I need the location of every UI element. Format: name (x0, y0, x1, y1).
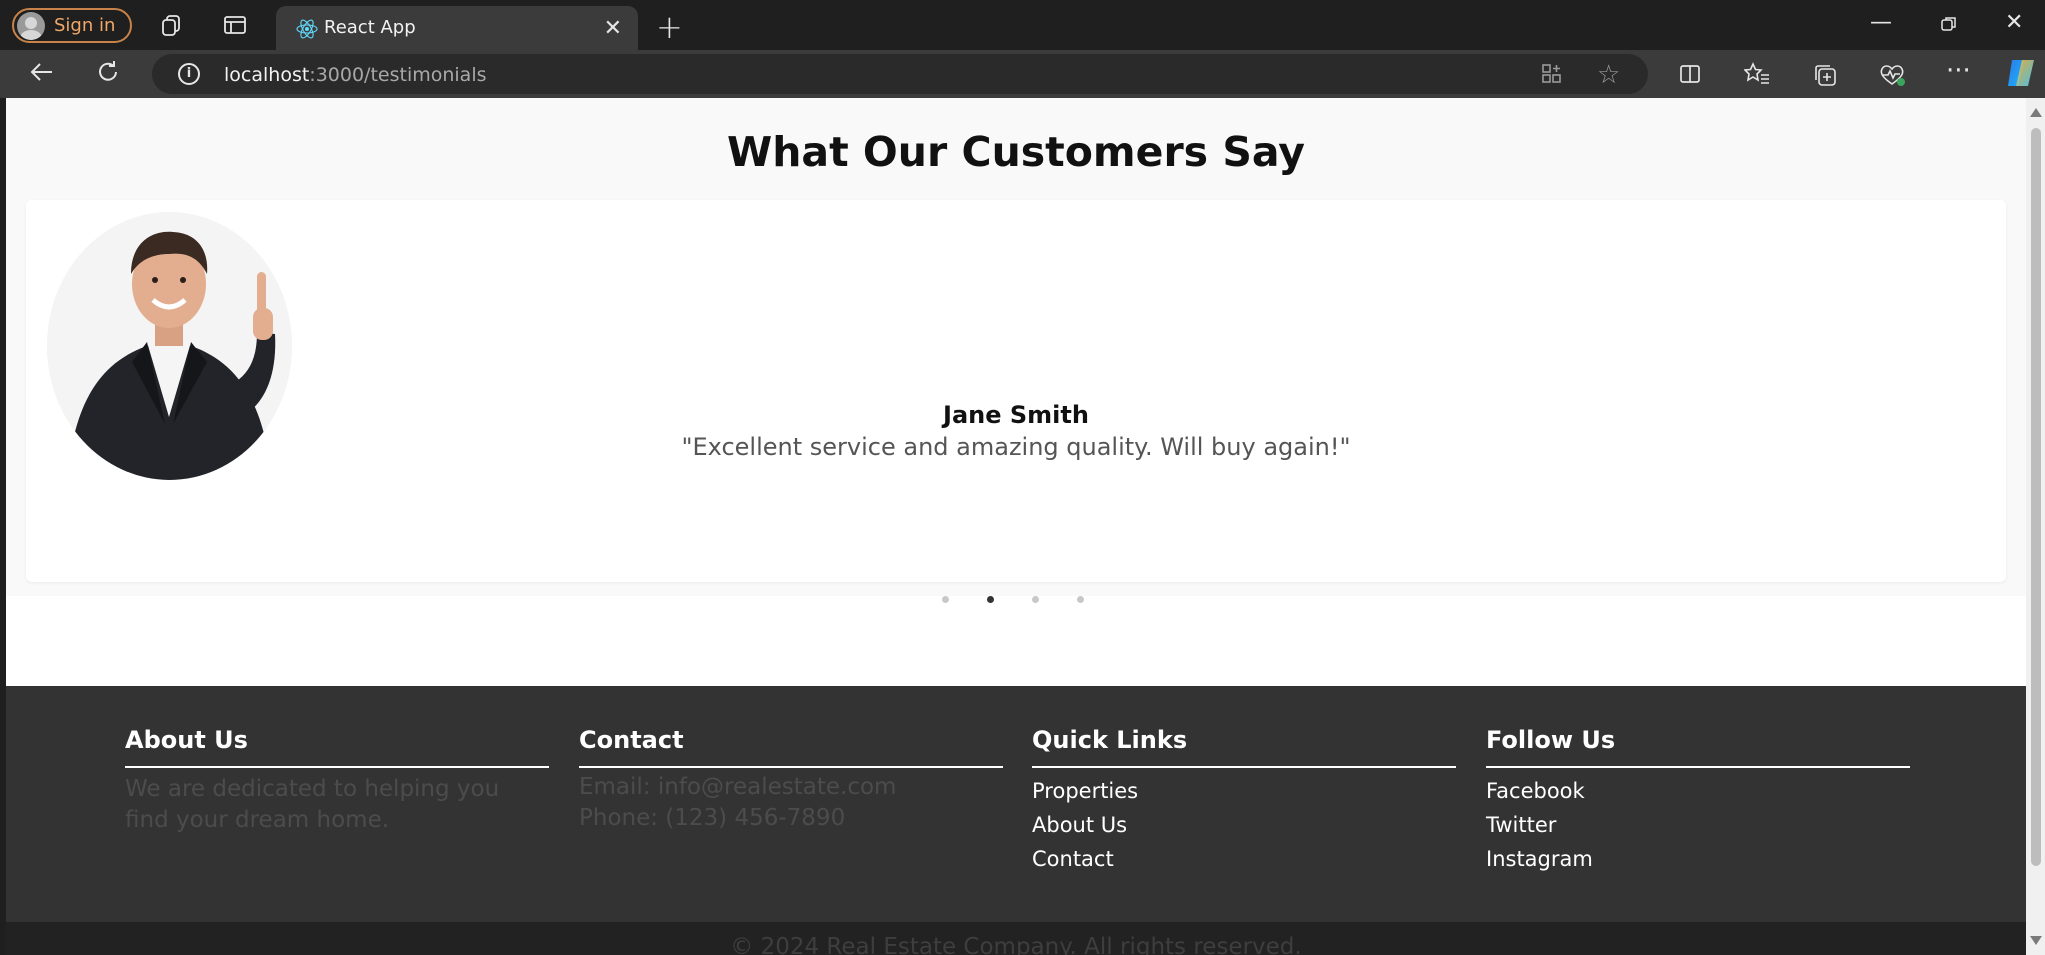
footer-link-instagram[interactable]: Instagram (1486, 842, 1910, 876)
browser-titlebar: Sign in React App ✕ + — ✕ (0, 0, 2045, 50)
footer-link-about-us[interactable]: About Us (1032, 808, 1456, 842)
footer-contact-phone: Phone: (123) 456-7890 (579, 805, 846, 831)
tab-title: React App (324, 17, 416, 38)
footer-link-contact[interactable]: Contact (1032, 842, 1456, 876)
footer-quick-links: Quick Links Properties About Us Contact (1032, 726, 1456, 876)
close-tab-icon[interactable]: ✕ (604, 16, 622, 41)
close-window-icon[interactable]: ✕ (2005, 10, 2023, 35)
reload-icon[interactable] (94, 58, 122, 93)
footer-quick-links-title: Quick Links (1032, 726, 1456, 768)
page-scrollbar[interactable] (2026, 98, 2045, 955)
footer-follow-us: Follow Us Facebook Twitter Instagram (1486, 726, 1910, 876)
footer-copyright: © 2024 Real Estate Company. All rights r… (730, 934, 1302, 955)
tab-actions-icon[interactable] (222, 12, 248, 38)
url-text[interactable]: localhost:3000/testimonials (224, 64, 487, 86)
favorites-icon[interactable] (1743, 62, 1770, 92)
heart-pulse-icon[interactable] (1878, 62, 1906, 94)
restore-icon[interactable] (1940, 14, 1958, 39)
footer-about-text: We are dedicated to helping you find you… (125, 776, 500, 833)
footer-about: About Us We are dedicated to helping you… (125, 726, 549, 836)
browser-toolbar: i localhost:3000/testimonials ☆ ··· (0, 50, 2045, 98)
footer-contact-email: Email: info@realestate.com (579, 774, 897, 800)
scroll-up-icon[interactable] (2030, 108, 2042, 117)
page-title: What Our Customers Say (726, 128, 1306, 176)
minimize-icon[interactable]: — (1870, 10, 1892, 35)
footer-contact-title: Contact (579, 726, 1003, 768)
customer-quote: "Excellent service and amazing quality. … (681, 433, 1351, 461)
page-viewport: What Our Customers Say Jane Smith "Excel… (6, 98, 2026, 955)
footer-about-title: About Us (125, 726, 549, 768)
customer-name: Jane Smith (943, 401, 1089, 429)
carousel-dot-2[interactable] (987, 596, 994, 603)
footer-link-twitter[interactable]: Twitter (1486, 808, 1910, 842)
footer-link-facebook[interactable]: Facebook (1486, 774, 1910, 808)
profile-avatar-icon (17, 11, 45, 40)
sign-in-button[interactable]: Sign in (12, 8, 132, 43)
browser-tab-active[interactable]: React App ✕ (276, 6, 638, 50)
workspaces-icon[interactable] (158, 12, 184, 38)
copilot-icon[interactable] (2004, 56, 2040, 96)
site-footer: About Us We are dedicated to helping you… (6, 686, 2026, 955)
new-tab-icon[interactable]: + (656, 8, 683, 46)
footer-follow-title: Follow Us (1486, 726, 1910, 768)
react-logo-icon (296, 18, 318, 44)
footer-contact: Contact Email: info@realestate.com Phone… (579, 726, 1003, 834)
back-arrow-icon[interactable] (28, 58, 56, 93)
carousel-dot-3[interactable] (1032, 596, 1039, 603)
carousel-dot-4[interactable] (1077, 596, 1084, 603)
collections-icon[interactable] (1812, 62, 1838, 94)
testimonials-section: What Our Customers Say Jane Smith "Excel… (6, 98, 2026, 603)
info-icon[interactable]: i (178, 63, 200, 85)
star-icon[interactable]: ☆ (1597, 60, 1620, 90)
sign-in-label: Sign in (54, 15, 116, 36)
footer-copyright-bar: © 2024 Real Estate Company. All rights r… (6, 922, 2026, 955)
footer-link-properties[interactable]: Properties (1032, 774, 1456, 808)
more-icon[interactable]: ··· (1946, 56, 1971, 86)
address-bar[interactable]: i localhost:3000/testimonials ☆ (152, 54, 1648, 94)
testimonial-card (26, 200, 2006, 582)
scrollbar-thumb[interactable] (2031, 128, 2041, 866)
split-screen-icon[interactable] (1678, 62, 1702, 92)
scroll-down-icon[interactable] (2030, 936, 2042, 945)
app-available-icon[interactable] (1540, 62, 1564, 92)
carousel-dot-1[interactable] (942, 596, 949, 603)
